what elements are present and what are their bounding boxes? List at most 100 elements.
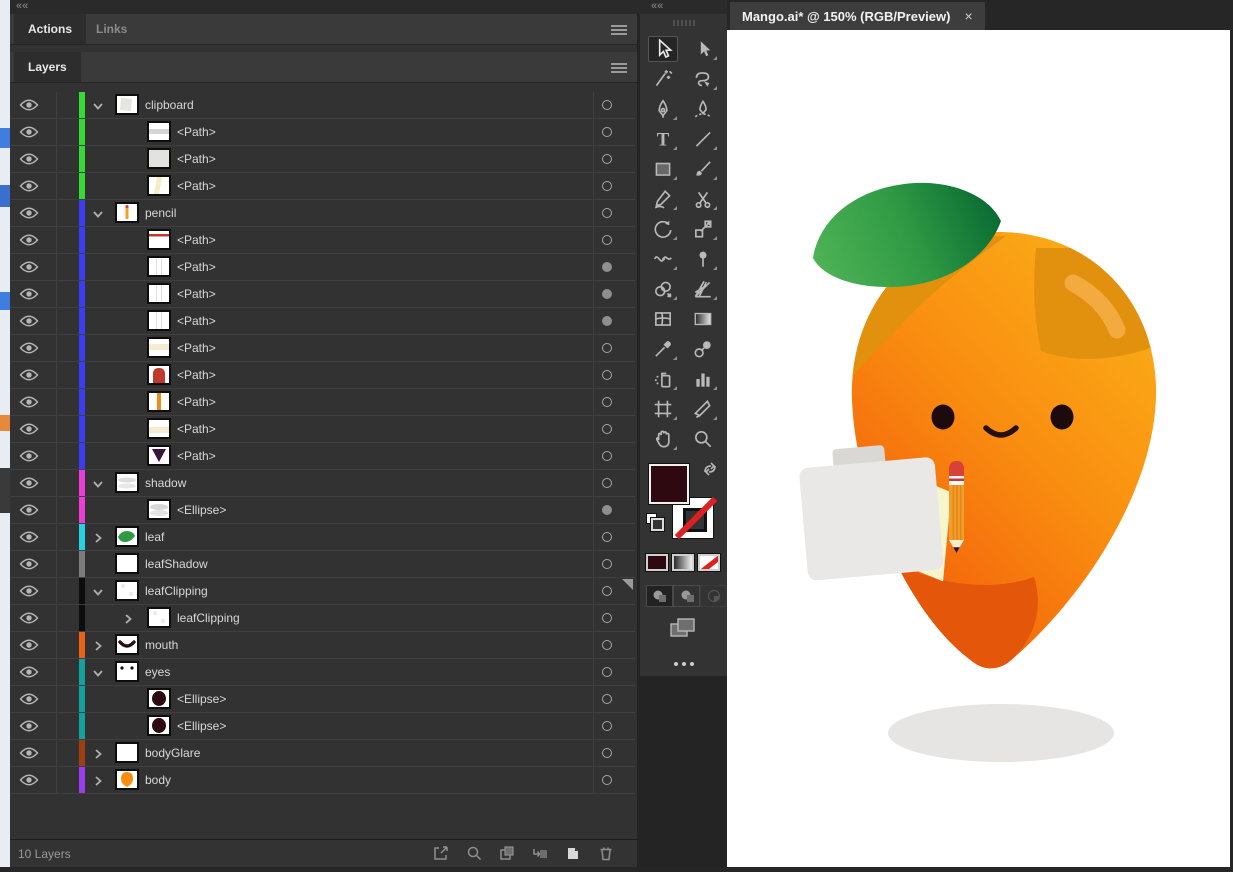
target-circle[interactable] (602, 640, 612, 650)
blend-tool[interactable] (683, 334, 723, 364)
layer-name[interactable]: leafClipping (145, 584, 208, 598)
layer-name[interactable]: <Path> (177, 395, 216, 409)
hand-tool[interactable] (643, 424, 683, 454)
layer-row[interactable]: <Path> (10, 281, 635, 308)
rectangle-tool[interactable] (643, 154, 683, 184)
shape-builder-tool[interactable] (643, 274, 683, 304)
mesh-tool[interactable] (643, 304, 683, 334)
layer-row[interactable]: pencil (10, 200, 635, 227)
layer-row[interactable]: <Path> (10, 389, 635, 416)
target-circle[interactable] (602, 100, 612, 110)
visibility-eye-icon[interactable] (19, 314, 39, 328)
layer-row[interactable]: <Path> (10, 443, 635, 470)
layer-name[interactable]: <Ellipse> (177, 692, 226, 706)
target-circle[interactable] (602, 586, 612, 596)
target-circle[interactable] (602, 694, 612, 704)
target-circle[interactable] (602, 127, 612, 137)
layer-thumbnail[interactable] (147, 715, 171, 736)
layer-thumbnail[interactable] (147, 418, 171, 439)
layer-row[interactable]: leafShadow (10, 551, 635, 578)
layer-row[interactable]: <Path> (10, 254, 635, 281)
layer-thumbnail[interactable] (147, 688, 171, 709)
layer-row[interactable]: <Path> (10, 416, 635, 443)
expand-chevron-icon[interactable] (92, 477, 106, 489)
layer-thumbnail[interactable] (147, 607, 171, 628)
visibility-eye-icon[interactable] (19, 746, 39, 760)
visibility-eye-icon[interactable] (19, 125, 39, 139)
delete-selection-icon[interactable] (597, 844, 615, 862)
expand-chevron-icon[interactable] (122, 612, 136, 624)
target-circle[interactable] (602, 613, 612, 623)
change-screen-mode-icon[interactable] (668, 616, 698, 640)
layer-name[interactable]: <Path> (177, 260, 216, 274)
layer-row[interactable]: <Ellipse> (10, 497, 635, 524)
layer-thumbnail[interactable] (115, 634, 139, 655)
selection-tool[interactable] (643, 34, 683, 64)
visibility-eye-icon[interactable] (19, 368, 39, 382)
layer-name[interactable]: leafShadow (145, 557, 208, 571)
target-circle[interactable] (602, 451, 612, 461)
layer-row[interactable]: <Path> (10, 146, 635, 173)
target-circle[interactable] (602, 478, 612, 488)
tab-links[interactable]: Links (82, 14, 141, 44)
visibility-eye-icon[interactable] (19, 233, 39, 247)
target-circle[interactable] (602, 181, 612, 191)
target-circle[interactable] (602, 559, 612, 569)
layer-row[interactable]: <Path> (10, 119, 635, 146)
draw-behind-button[interactable] (673, 585, 700, 607)
target-circle[interactable] (602, 748, 612, 758)
scissors-tool[interactable] (683, 184, 723, 214)
visibility-eye-icon[interactable] (19, 611, 39, 625)
layer-name[interactable]: pencil (145, 206, 176, 220)
width-tool[interactable] (643, 244, 683, 274)
layer-name[interactable]: <Path> (177, 179, 216, 193)
collect-for-export-icon[interactable] (432, 844, 450, 862)
gradient-tool[interactable] (683, 304, 723, 334)
expand-chevron-icon[interactable] (92, 585, 106, 597)
layer-row[interactable]: leafClipping (10, 578, 635, 605)
pen-tool[interactable] (643, 94, 683, 124)
layer-name[interactable]: clipboard (145, 98, 194, 112)
target-circle[interactable] (602, 424, 612, 434)
layer-thumbnail[interactable] (147, 337, 171, 358)
tab-layers[interactable]: Layers (14, 52, 81, 82)
layer-name[interactable]: eyes (145, 665, 170, 679)
layer-thumbnail[interactable] (115, 661, 139, 682)
layer-thumbnail[interactable] (147, 175, 171, 196)
expand-chevron-icon[interactable] (92, 774, 106, 786)
collapse-panels-icon[interactable]: «« (16, 0, 28, 12)
layer-name[interactable]: shadow (145, 476, 186, 490)
slice-tool[interactable] (683, 394, 723, 424)
layer-row[interactable]: <Ellipse> (10, 686, 635, 713)
layer-name[interactable]: <Path> (177, 341, 216, 355)
collapse-toolbar-icon[interactable]: «« (643, 0, 663, 12)
layer-row[interactable]: <Path> (10, 227, 635, 254)
layer-row[interactable]: mouth (10, 632, 635, 659)
expand-chevron-icon[interactable] (92, 639, 106, 651)
expand-chevron-icon[interactable] (92, 747, 106, 759)
expand-chevron-icon[interactable] (92, 531, 106, 543)
target-circle[interactable] (602, 262, 612, 272)
column-graph-tool[interactable] (683, 364, 723, 394)
layer-thumbnail[interactable] (147, 310, 171, 331)
curvature-tool[interactable] (683, 94, 723, 124)
layer-name[interactable]: <Ellipse> (177, 719, 226, 733)
layer-name[interactable]: leaf (145, 530, 164, 544)
expand-chevron-icon[interactable] (92, 207, 106, 219)
layer-thumbnail[interactable] (115, 580, 139, 601)
layer-row[interactable]: body (10, 767, 635, 794)
visibility-eye-icon[interactable] (19, 152, 39, 166)
visibility-eye-icon[interactable] (19, 287, 39, 301)
scale-tool[interactable] (683, 214, 723, 244)
layer-thumbnail[interactable] (147, 391, 171, 412)
target-circle[interactable] (602, 289, 612, 299)
layer-row[interactable]: bodyGlare (10, 740, 635, 767)
visibility-eye-icon[interactable] (19, 179, 39, 193)
layer-thumbnail[interactable] (147, 121, 171, 142)
layer-name[interactable]: bodyGlare (145, 746, 200, 760)
layer-name[interactable]: <Path> (177, 368, 216, 382)
layer-thumbnail[interactable] (115, 742, 139, 763)
draw-normal-button[interactable] (646, 585, 673, 607)
layer-thumbnail[interactable] (115, 553, 139, 574)
edit-toolbar-ellipsis[interactable] (673, 662, 694, 666)
